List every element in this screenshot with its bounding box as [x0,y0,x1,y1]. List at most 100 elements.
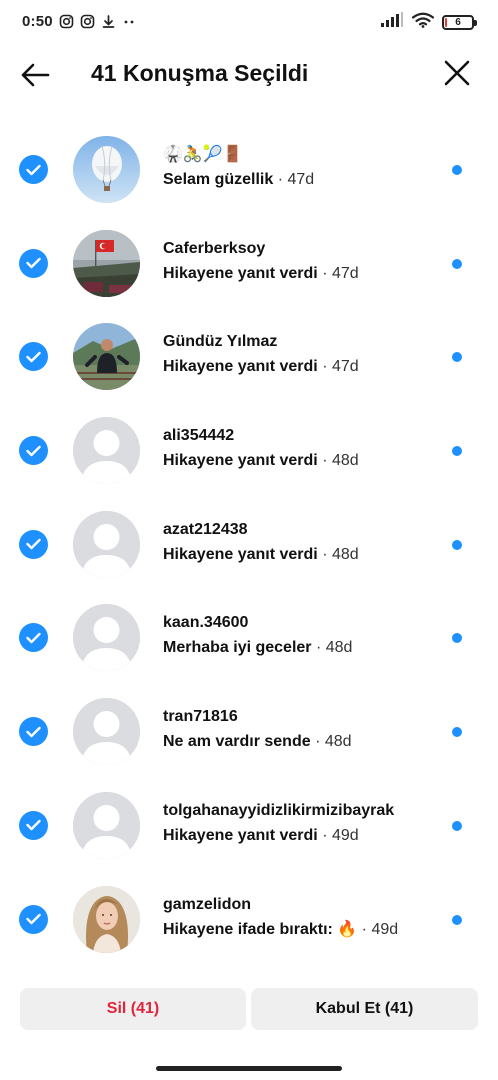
conversation-row[interactable]: gamzelidon Hikayene ifade bıraktı: 🔥 · 49… [0,872,498,966]
signal-icon [380,12,404,33]
conversation-name: 🥋🚴🎾🚪 [163,146,243,163]
conversation-name: gamzelidon [163,895,252,913]
home-indicator[interactable] [156,1066,342,1071]
conversation-text: azat212438 Hikayene yanıt verdi · 48d [163,519,438,566]
conversation-preview: Hikayene yanıt verdi · 47d [163,356,438,378]
conversation-row[interactable]: tran71816 Ne am vardır sende · 48d [0,684,498,778]
status-right: 6 [380,12,477,33]
battery-icon: 6 [442,15,477,30]
arrow-left-icon [21,63,50,87]
conversation-text: 🥋🚴🎾🚪 Selam güzellik · 47d [163,144,438,191]
conversation-text: tran71816 Ne am vardır sende · 48d [163,706,438,753]
check-icon [26,819,41,831]
conversation-time: · 48d [315,733,352,751]
conversation-list: 🥋🚴🎾🚪 Selam güzellik · 47d Caferberksoy Hika… [0,122,498,965]
checkbox-checked[interactable] [19,155,48,184]
conversation-name: Gündüz Yılmaz [163,333,278,351]
conversation-message: Merhaba iyi geceler [163,639,312,657]
check-icon [26,445,41,457]
conversation-message: Hikayene yanıt verdi [163,826,318,844]
conversation-time: · 48d [315,639,353,657]
avatar[interactable] [73,885,140,953]
conversation-name: azat212438 [163,520,248,538]
checkbox-checked[interactable] [19,529,48,559]
checkbox-checked[interactable] [19,342,48,372]
conversation-time: · 49d [322,826,359,844]
check-icon [26,164,41,176]
avatar[interactable] [73,136,140,203]
conversation-row[interactable]: 🥋🚴🎾🚪 Selam güzellik · 47d [0,122,498,216]
checkbox-checked[interactable] [19,810,48,840]
conversation-preview: Hikayene yanıt verdi · 49d [163,825,438,847]
check-icon [26,726,41,738]
conversation-name: Caferberksoy [163,239,266,257]
checkbox-checked[interactable] [19,904,48,934]
check-icon [26,257,41,269]
conversation-message: Selam güzellik [163,171,274,188]
avatar[interactable] [73,323,140,391]
conversation-preview: Hikayene yanıt verdi · 48d [163,544,438,566]
conversation-text: gamzelidon Hikayene ifade bıraktı: 🔥 · 49… [163,894,438,941]
conversation-time: · 48d [322,452,359,470]
status-time: 0:50 [22,13,53,30]
close-icon [444,60,470,86]
conversation-message: Hikayene ifade bıraktı: 🔥 [163,920,358,938]
checkbox-checked[interactable] [19,436,48,466]
conversation-row[interactable]: azat212438 Hikayene yanıt verdi · 48d [0,497,498,591]
unread-dot [452,446,462,457]
avatar[interactable] [73,417,140,485]
unread-dot [452,820,462,831]
battery-text: 6 [455,17,461,28]
checkbox-checked[interactable] [19,248,48,278]
avatar[interactable] [73,229,140,297]
check-icon [26,351,41,363]
conversation-text: tolgahanayyidizlikirmizibayrak Hikayene y… [163,800,438,847]
status-bar: 0:50 6 [0,0,498,44]
conversation-message: Ne am vardır sende [163,733,311,751]
accept-button[interactable]: Kabul Et (41) [251,988,478,1030]
bottom-action-bar: Sil (41) Kabul Et (41) [0,970,498,1080]
conversation-message: Hikayene yanıt verdi [163,264,318,282]
conversation-row[interactable]: kaan.34600 Merhaba iyi geceler · 48d [0,590,498,684]
conversation-preview: Hikayene yanıt verdi · 48d [163,450,438,472]
conversation-preview: Hikayene yanıt verdi · 47d [163,263,438,285]
conversation-row[interactable]: tolgahanayyidizlikirmizibayrak Hikayene y… [0,778,498,872]
unread-dot [452,633,462,644]
conversation-time: · 47d [322,264,359,282]
unread-dot [452,727,462,738]
avatar[interactable] [73,510,140,578]
conversation-name: tolgahanayyidizlikirmizibayrak [163,801,395,819]
conversation-text: kaan.34600 Merhaba iyi geceler · 48d [163,612,438,659]
checkbox-checked[interactable] [19,623,48,653]
conversation-preview: Merhaba iyi geceler · 48d [163,637,438,659]
conversation-row[interactable]: Gündüz Yılmaz Hikayene yanıt verdi · 47d [0,309,498,403]
unread-dot [452,165,462,175]
check-icon [26,632,41,644]
conversation-text: Gündüz Yılmaz Hikayene yanıt verdi · 47d [163,331,438,378]
conversation-name: tran71816 [163,708,238,726]
conversation-time: · 49d [361,920,399,938]
unread-dot [452,914,462,925]
conversation-name: ali354442 [163,427,235,445]
instagram-icon [80,14,95,29]
avatar[interactable] [73,604,140,672]
conversation-preview: Ne am vardır sende · 48d [163,731,438,753]
avatar[interactable] [73,698,140,766]
header: 41 Konuşma Seçildi [0,44,498,104]
unread-dot [452,539,462,550]
instagram-icon [59,14,74,29]
conversation-row[interactable]: Caferberksoy Hikayene yanıt verdi · 47d [0,216,498,310]
delete-button[interactable]: Sil (41) [20,988,246,1030]
conversation-message: Hikayene yanıt verdi [163,452,318,470]
conversation-row[interactable]: ali354442 Hikayene yanıt verdi · 48d [0,403,498,497]
more-dots-icon [122,14,137,29]
conversation-time: · 47d [322,358,359,376]
wifi-icon [411,12,435,33]
conversation-message: Hikayene yanıt verdi [163,545,318,563]
conversation-message: Hikayene yanıt verdi [163,358,318,376]
download-icon [101,14,116,29]
avatar[interactable] [73,791,140,859]
back-button[interactable] [18,58,52,92]
checkbox-checked[interactable] [19,717,48,747]
close-button[interactable] [442,58,472,88]
